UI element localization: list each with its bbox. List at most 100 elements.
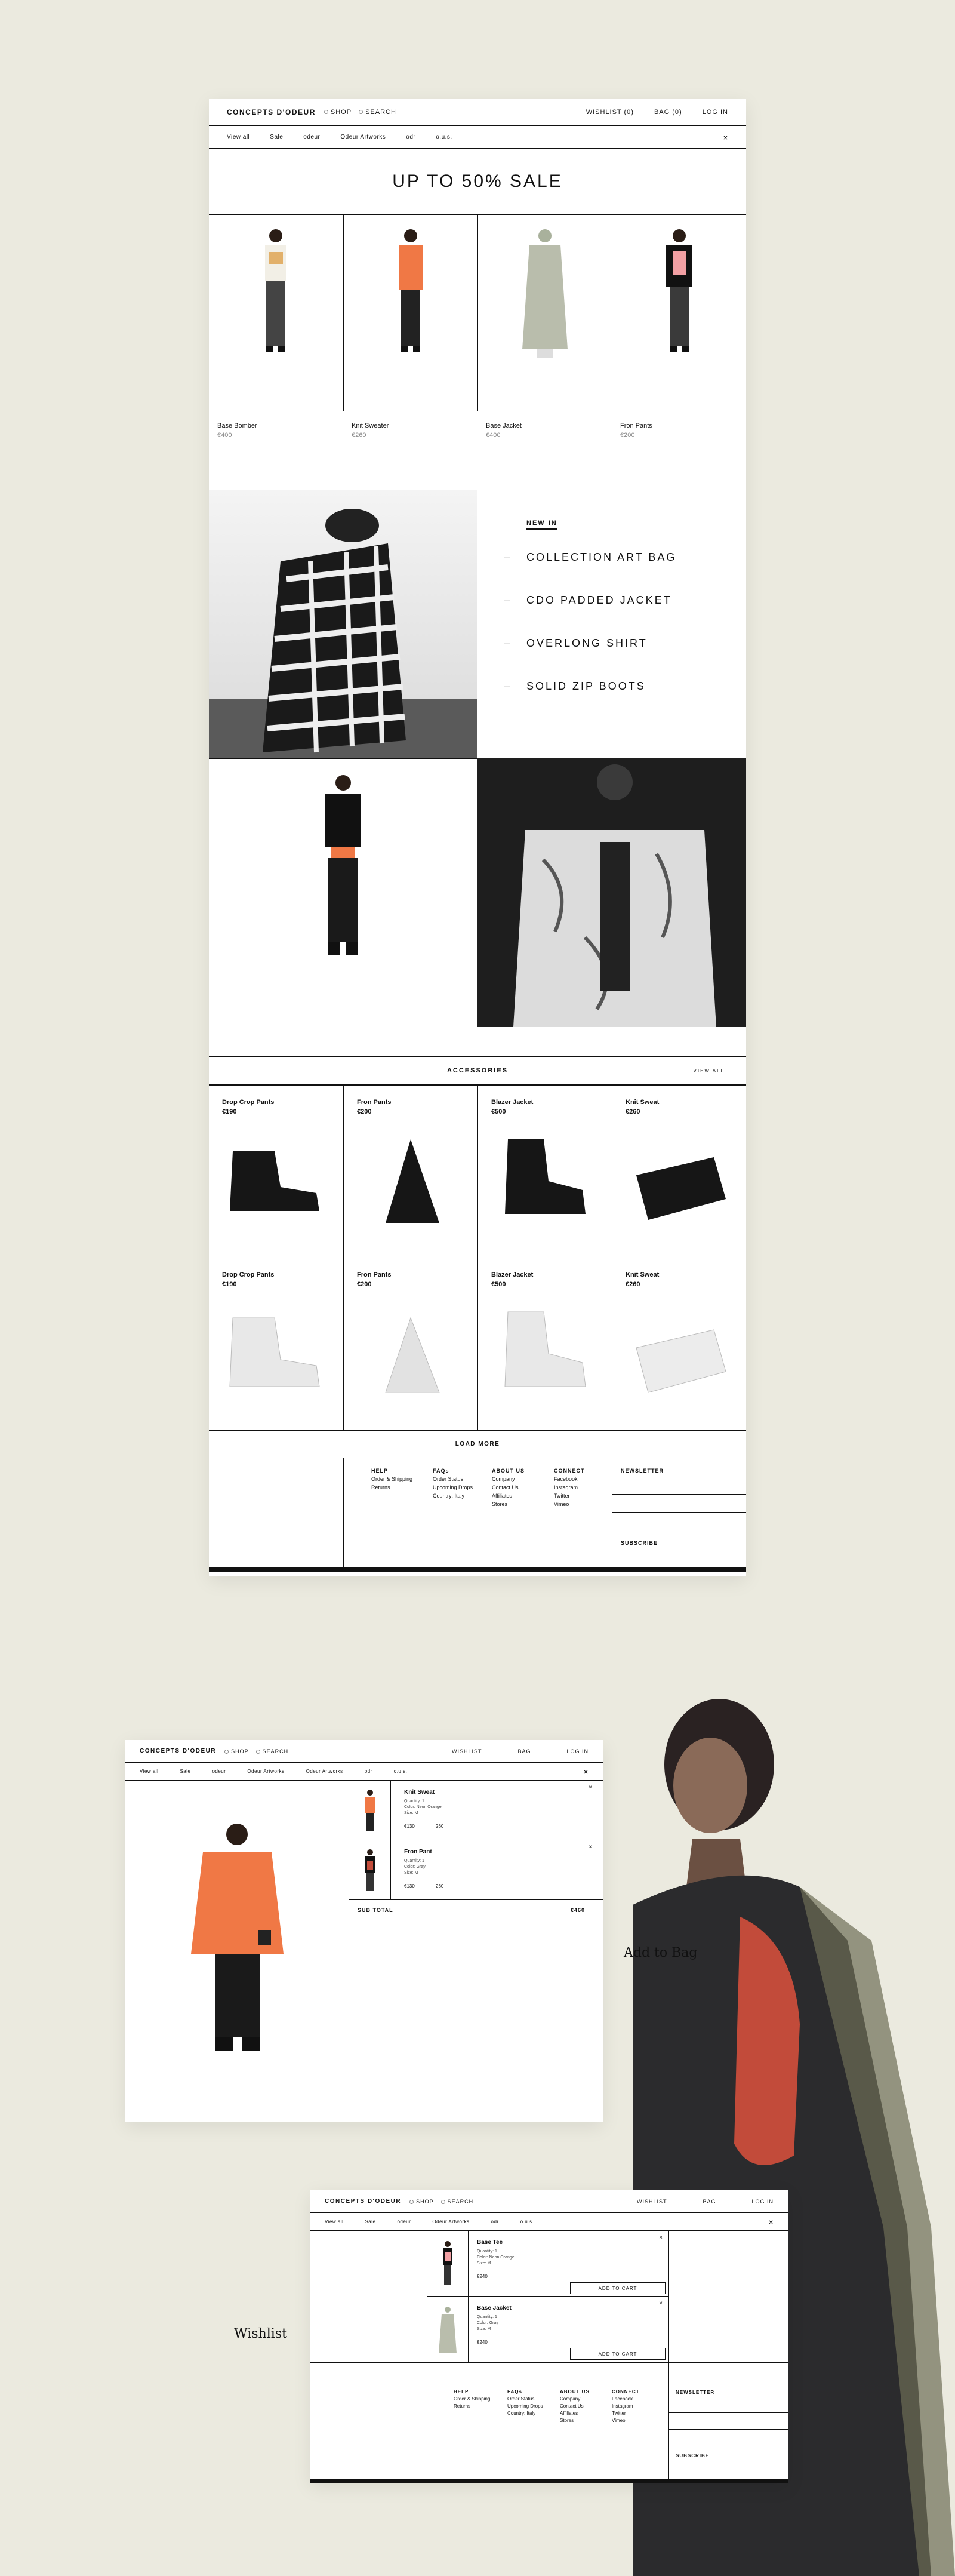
search-link[interactable]: SEARCH bbox=[359, 109, 396, 116]
nav-odeur[interactable]: odeur bbox=[303, 134, 320, 140]
product-caption[interactable]: Fron Pants €200 bbox=[620, 422, 652, 439]
newsletter-input[interactable] bbox=[668, 2412, 788, 2413]
login-link[interactable]: LOG IN bbox=[566, 1748, 589, 1754]
footer-link[interactable]: Stores bbox=[560, 2418, 574, 2423]
editorial-image[interactable] bbox=[478, 758, 746, 1027]
footer-link[interactable]: Vimeo bbox=[554, 1501, 569, 1507]
accessory-card[interactable]: Drop Crop Pants €190 bbox=[209, 1085, 344, 1258]
nav-odr[interactable]: odr bbox=[491, 2219, 499, 2224]
close-icon[interactable]: × bbox=[768, 2217, 774, 2227]
login-link[interactable]: LOG IN bbox=[703, 109, 728, 116]
brand-logo[interactable]: CONCEPTS D'ODEUR bbox=[227, 108, 316, 116]
nav-sale[interactable]: Sale bbox=[270, 134, 283, 140]
footer-link[interactable]: Twitter bbox=[554, 1493, 570, 1499]
bag-item[interactable]: Fron Pant Quantity: 1 Color: Gray Size: M … bbox=[349, 1840, 603, 1900]
nav-odeur-artworks[interactable]: Odeur Artworks bbox=[247, 1769, 284, 1774]
new-in-item[interactable]: – CDO PADDED JACKET bbox=[504, 594, 672, 607]
product-card[interactable] bbox=[612, 214, 746, 411]
footer-link[interactable]: Country: Italy bbox=[433, 1493, 464, 1499]
footer-link[interactable]: Order & Shipping bbox=[371, 1476, 412, 1482]
footer-link[interactable]: Country: Italy bbox=[507, 2411, 535, 2416]
bag-link[interactable]: BAG bbox=[703, 2199, 716, 2205]
new-in-item[interactable]: – SOLID ZIP BOOTS bbox=[504, 680, 646, 693]
accessory-card[interactable]: Knit Sweat €260 bbox=[612, 1258, 746, 1431]
nav-view-all[interactable]: View all bbox=[227, 134, 249, 140]
footer-link[interactable]: Upcoming Drops bbox=[507, 2403, 543, 2409]
nav-odr[interactable]: odr bbox=[406, 134, 415, 140]
subscribe-button[interactable]: SUBSCRIBE bbox=[676, 2452, 709, 2460]
nav-odeur[interactable]: odeur bbox=[397, 2219, 411, 2224]
nav-ous[interactable]: o.u.s. bbox=[436, 134, 452, 140]
editorial-image[interactable] bbox=[209, 490, 478, 758]
remove-icon[interactable]: × bbox=[659, 2234, 663, 2241]
shop-link[interactable]: SHOP bbox=[224, 1748, 249, 1754]
nav-ous[interactable]: o.u.s. bbox=[394, 1769, 408, 1774]
newsletter-input[interactable] bbox=[612, 1494, 746, 1495]
editorial-image[interactable] bbox=[209, 758, 478, 1027]
footer-link[interactable]: Upcoming Drops bbox=[433, 1484, 473, 1490]
brand-logo[interactable]: CONCEPTS D'ODEUR bbox=[140, 1748, 216, 1754]
accessory-card[interactable]: Blazer Jacket €500 bbox=[478, 1085, 612, 1258]
nav-odeur[interactable]: odeur bbox=[212, 1769, 226, 1774]
shop-link[interactable]: SHOP bbox=[324, 109, 352, 116]
accessory-card[interactable]: Knit Sweat €260 bbox=[612, 1085, 746, 1258]
nav-odeur-artworks[interactable]: Odeur Artworks bbox=[340, 134, 386, 140]
nav-sale[interactable]: Sale bbox=[365, 2219, 375, 2224]
footer-link[interactable]: Order Status bbox=[507, 2396, 534, 2402]
product-card[interactable] bbox=[209, 214, 344, 411]
wishlist-link[interactable]: WISHLIST bbox=[637, 2199, 667, 2205]
product-caption[interactable]: Base Jacket €400 bbox=[486, 422, 522, 439]
nav-view-all[interactable]: View all bbox=[140, 1769, 158, 1774]
newsletter-input[interactable] bbox=[668, 2429, 788, 2430]
nav-sale[interactable]: Sale bbox=[180, 1769, 190, 1774]
accessory-card[interactable]: Fron Pants €200 bbox=[343, 1258, 478, 1431]
product-card[interactable] bbox=[343, 214, 478, 411]
wishlist-link[interactable]: WISHLIST (0) bbox=[586, 109, 634, 116]
subscribe-button[interactable]: SUBSCRIBE bbox=[621, 1539, 658, 1547]
footer-link[interactable]: Order Status bbox=[433, 1476, 463, 1482]
nav-ous[interactable]: o.u.s. bbox=[520, 2219, 534, 2224]
footer-link[interactable]: Instagram bbox=[554, 1484, 578, 1490]
footer-link[interactable]: Order & Shipping bbox=[454, 2396, 490, 2402]
close-icon[interactable]: × bbox=[723, 133, 728, 142]
footer-link[interactable]: Facebook bbox=[554, 1476, 578, 1482]
footer-link[interactable]: Stores bbox=[492, 1501, 507, 1507]
wishlist-item[interactable]: Base Jacket Quantity: 1 Color: Gray Size: … bbox=[427, 2297, 668, 2362]
footer-link[interactable]: Affiliates bbox=[560, 2411, 578, 2416]
accessory-card[interactable]: Fron Pants €200 bbox=[343, 1085, 478, 1258]
search-link[interactable]: SEARCH bbox=[255, 1748, 289, 1754]
footer-link[interactable]: Facebook bbox=[612, 2396, 633, 2402]
bag-link[interactable]: BAG bbox=[517, 1748, 531, 1754]
search-link[interactable]: SEARCH bbox=[440, 2199, 474, 2205]
product-card[interactable] bbox=[478, 214, 612, 411]
accessory-card[interactable]: Blazer Jacket €500 bbox=[478, 1258, 612, 1431]
add-to-cart-button[interactable]: ADD TO CART bbox=[570, 2348, 666, 2360]
nav-view-all[interactable]: View all bbox=[325, 2219, 343, 2224]
footer-link[interactable]: Instagram bbox=[612, 2403, 633, 2409]
newsletter-input[interactable] bbox=[612, 1512, 746, 1513]
nav-odeur-artworks[interactable]: Odeur Artworks bbox=[432, 2219, 469, 2224]
product-caption[interactable]: Knit Sweater €260 bbox=[352, 422, 389, 439]
footer-link[interactable]: Company bbox=[560, 2396, 580, 2402]
remove-icon[interactable]: × bbox=[659, 2300, 663, 2307]
nav-odeur-artworks-2[interactable]: Odeur Artworks bbox=[306, 1769, 343, 1774]
footer-link[interactable]: Vimeo bbox=[612, 2418, 626, 2423]
nav-odr[interactable]: odr bbox=[365, 1769, 372, 1774]
footer-link[interactable]: Returns bbox=[454, 2403, 470, 2409]
wishlist-item[interactable]: Base Tee Quantity: 1 Color: Neon Orange Si… bbox=[427, 2231, 668, 2297]
load-more-button[interactable]: LOAD MORE bbox=[209, 1431, 746, 1458]
remove-icon[interactable]: × bbox=[589, 1784, 592, 1791]
accessory-card[interactable]: Drop Crop Pants €190 bbox=[209, 1258, 344, 1431]
new-in-item[interactable]: – COLLECTION ART BAG bbox=[504, 551, 676, 564]
footer-link[interactable]: Contact Us bbox=[492, 1484, 519, 1490]
login-link[interactable]: LOG IN bbox=[751, 2199, 774, 2205]
bag-item[interactable]: Knit Sweat Quantity: 1 Color: Neon Orange… bbox=[349, 1781, 603, 1840]
new-in-item[interactable]: – OVERLONG SHIRT bbox=[504, 637, 648, 650]
shop-link[interactable]: SHOP bbox=[409, 2199, 434, 2205]
remove-icon[interactable]: × bbox=[589, 1844, 592, 1850]
footer-link[interactable]: Twitter bbox=[612, 2411, 626, 2416]
wishlist-link[interactable]: WISHLIST bbox=[452, 1748, 482, 1754]
footer-link[interactable]: Returns bbox=[371, 1484, 390, 1490]
bag-link[interactable]: BAG (0) bbox=[654, 109, 682, 116]
footer-link[interactable]: Affiliates bbox=[492, 1493, 512, 1499]
